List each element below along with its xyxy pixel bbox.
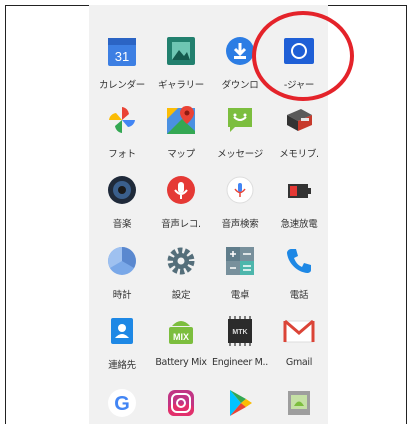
- app-voice-recorder[interactable]: 音声レコ.: [151, 162, 211, 230]
- app-settings[interactable]: 設定: [151, 233, 211, 301]
- app-memory-booster[interactable]: メモリブ.: [269, 92, 328, 160]
- app-battery-discharge[interactable]: 急速放電: [269, 162, 328, 230]
- app-calendar[interactable]: 31 カレンダー: [92, 23, 152, 91]
- app-battery-mix[interactable]: MIX Battery Mix: [151, 303, 211, 371]
- app-label: メッセージ: [217, 149, 263, 160]
- instagram-icon: [163, 385, 199, 421]
- app-clock[interactable]: 時計: [92, 233, 152, 301]
- calculator-icon: [222, 243, 258, 279]
- voice-recorder-icon: [163, 172, 199, 208]
- app-instagram[interactable]: [151, 375, 211, 424]
- app-photos[interactable]: フォト: [92, 92, 152, 160]
- engineer-mode-icon: MTK: [222, 313, 258, 349]
- app-play-store[interactable]: [210, 375, 270, 424]
- app-label: 急速放電: [280, 219, 318, 230]
- file-manager-icon: [281, 33, 317, 69]
- app-phone[interactable]: 電話: [269, 233, 328, 301]
- app-voice-search[interactable]: 音声検索: [210, 162, 270, 230]
- app-label: 音声検索: [221, 219, 259, 230]
- messages-icon: [222, 102, 258, 138]
- app-calculator[interactable]: 電卓: [210, 233, 270, 301]
- app-contacts[interactable]: 連絡先: [92, 303, 152, 371]
- app-label: メモリブ.: [279, 149, 319, 160]
- app-messages[interactable]: メッセージ: [210, 92, 270, 160]
- app-label: Engineer M..: [212, 357, 268, 368]
- app-label: ダウンロ: [221, 80, 259, 91]
- google-icon: G: [104, 385, 140, 421]
- app-label: ギャラリー: [157, 80, 204, 91]
- play-store-icon: [222, 385, 258, 421]
- phone-icon: [281, 243, 317, 279]
- app-label: 電卓: [230, 290, 250, 301]
- app-gmail[interactable]: Gmail: [269, 303, 328, 371]
- download-icon: [222, 33, 258, 69]
- contacts-icon: [104, 313, 140, 349]
- gmail-icon: [281, 313, 317, 349]
- app-label: フォト: [108, 149, 136, 160]
- app-label: カレンダー: [98, 80, 145, 91]
- app-label: Gmail: [285, 357, 313, 368]
- battery-mix-icon: MIX: [163, 313, 199, 349]
- gallery-icon: [163, 33, 199, 69]
- app-label: 電話: [289, 290, 309, 301]
- svg-text:31: 31: [115, 49, 129, 64]
- app-label: 連絡先: [108, 360, 136, 371]
- android-app-icon: [281, 385, 317, 421]
- app-drawer: 31 カレンダー ギャラリー ダウンロ -ジャー フォト マップ メッセージ メ…: [89, 5, 328, 424]
- app-label: マップ: [167, 149, 195, 160]
- maps-icon: [163, 102, 199, 138]
- app-label: -ジャー: [283, 80, 315, 91]
- settings-icon: [163, 243, 199, 279]
- clock-icon: [104, 243, 140, 279]
- app-google[interactable]: G: [92, 375, 152, 424]
- app-label: 音声レコ.: [161, 219, 201, 230]
- battery-discharge-icon: [281, 172, 317, 208]
- app-label: 音楽: [112, 219, 132, 230]
- app-label: 時計: [112, 290, 132, 301]
- app-label: Battery Mix: [155, 357, 207, 368]
- svg-text:G: G: [114, 393, 130, 415]
- voice-search-icon: [222, 172, 258, 208]
- app-music[interactable]: 音楽: [92, 162, 152, 230]
- app-engineer-mode[interactable]: MTK Engineer M..: [210, 303, 270, 371]
- app-file-manager[interactable]: -ジャー: [269, 23, 328, 91]
- app-label: 設定: [171, 290, 191, 301]
- music-icon: [104, 172, 140, 208]
- photos-icon: [104, 102, 140, 138]
- app-gallery[interactable]: ギャラリー: [151, 23, 211, 91]
- memory-booster-icon: [281, 102, 317, 138]
- svg-text:MIX: MIX: [173, 332, 189, 342]
- app-maps[interactable]: マップ: [151, 92, 211, 160]
- calendar-icon: 31: [104, 33, 140, 69]
- app-downloads[interactable]: ダウンロ: [210, 23, 270, 91]
- app-android[interactable]: [269, 375, 328, 424]
- svg-text:MTK: MTK: [232, 329, 247, 336]
